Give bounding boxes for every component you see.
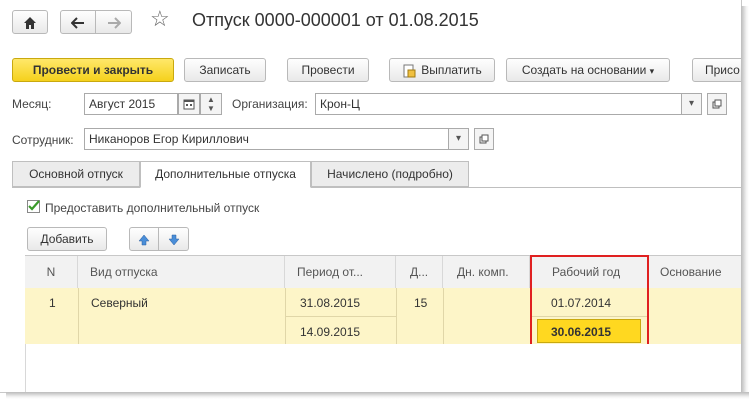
- document-window: ☆ Отпуск 0000-000001 от 01.08.2015 Прове…: [0, 0, 742, 393]
- month-field[interactable]: Август 2015: [84, 93, 178, 115]
- move-up-button[interactable]: [129, 227, 159, 251]
- add-button[interactable]: Добавить: [27, 227, 107, 251]
- column-header-period-from[interactable]: Период от...: [285, 256, 396, 288]
- post-and-close-button[interactable]: Провести и закрыть: [12, 58, 174, 82]
- row-number: 1: [49, 296, 56, 310]
- arrow-left-icon: [71, 17, 84, 29]
- column-header-vacation-type[interactable]: Вид отпуска: [78, 256, 285, 288]
- pay-button[interactable]: Выплатить: [389, 58, 495, 82]
- page-title: Отпуск 0000-000001 от 01.08.2015: [192, 10, 479, 30]
- row-divider: [443, 288, 444, 344]
- home-icon: [24, 16, 36, 29]
- column-header-comp-days[interactable]: Дн. комп.: [443, 256, 530, 288]
- tab-additional-vacations[interactable]: Дополнительные отпуска: [140, 161, 311, 188]
- employee-open-button[interactable]: [474, 128, 494, 150]
- forward-button[interactable]: [96, 10, 132, 34]
- pay-button-label: Выплатить: [421, 63, 482, 77]
- employee-dropdown-button[interactable]: ▾: [449, 128, 469, 150]
- row-period-to: 14.09.2015: [300, 325, 361, 339]
- tab-accrued-detailed[interactable]: Начислено (подробно): [311, 161, 469, 187]
- month-stepper[interactable]: ▲ ▼: [200, 93, 222, 115]
- arrow-down-icon: [167, 234, 180, 246]
- row-divider: [396, 288, 397, 344]
- open-link-icon: [479, 134, 489, 144]
- annotation-highlight: [530, 255, 649, 350]
- row-vacation-type: Северный: [91, 296, 148, 310]
- arrow-right-icon: [107, 17, 121, 29]
- table-empty-area: [25, 344, 741, 392]
- month-label: Месяц:: [12, 97, 52, 111]
- calendar-icon: [183, 99, 195, 110]
- back-button[interactable]: [60, 10, 96, 34]
- create-based-on-label: Создать на основании: [521, 63, 647, 77]
- employee-field[interactable]: Никаноров Егор Кириллович: [84, 128, 449, 150]
- column-header-n[interactable]: N: [25, 256, 78, 288]
- checkmark-icon: [28, 200, 40, 211]
- move-down-button[interactable]: [159, 227, 189, 251]
- organization-dropdown-button[interactable]: ▾: [682, 93, 702, 115]
- organization-open-button[interactable]: [707, 93, 727, 115]
- row-divider: [78, 288, 79, 344]
- provide-additional-checkbox[interactable]: [27, 200, 40, 213]
- window-shadow-bottom: [6, 392, 749, 399]
- arrow-up-icon: [138, 234, 150, 246]
- column-header-days[interactable]: Д...: [396, 256, 443, 288]
- dropdown-arrow-icon: ▾: [649, 66, 655, 76]
- row-days: 15: [414, 296, 428, 310]
- column-header-basis[interactable]: Основание: [648, 256, 741, 288]
- attach-button-truncated[interactable]: Присо: [692, 58, 741, 82]
- home-button[interactable]: [12, 10, 48, 34]
- calendar-button[interactable]: [178, 93, 200, 115]
- employee-label: Сотрудник:: [12, 133, 74, 147]
- open-link-icon: [712, 99, 722, 109]
- tab-main-vacation[interactable]: Основной отпуск: [12, 161, 140, 187]
- post-button[interactable]: Провести: [287, 58, 369, 82]
- window-shadow-right: [741, 6, 749, 396]
- row-period-from: 31.08.2015: [300, 296, 361, 310]
- favorite-star-icon[interactable]: ☆: [150, 6, 170, 32]
- provide-additional-label: Предоставить дополнительный отпуск: [45, 201, 260, 215]
- save-button[interactable]: Записать: [184, 58, 266, 82]
- row-subdivider: [285, 316, 396, 317]
- create-based-on-button[interactable]: Создать на основании ▾: [506, 58, 670, 82]
- organization-label: Организация:: [232, 97, 308, 111]
- document-pay-icon: [403, 64, 416, 78]
- organization-field[interactable]: Крон-Ц: [315, 93, 682, 115]
- tabs-baseline: [12, 187, 741, 188]
